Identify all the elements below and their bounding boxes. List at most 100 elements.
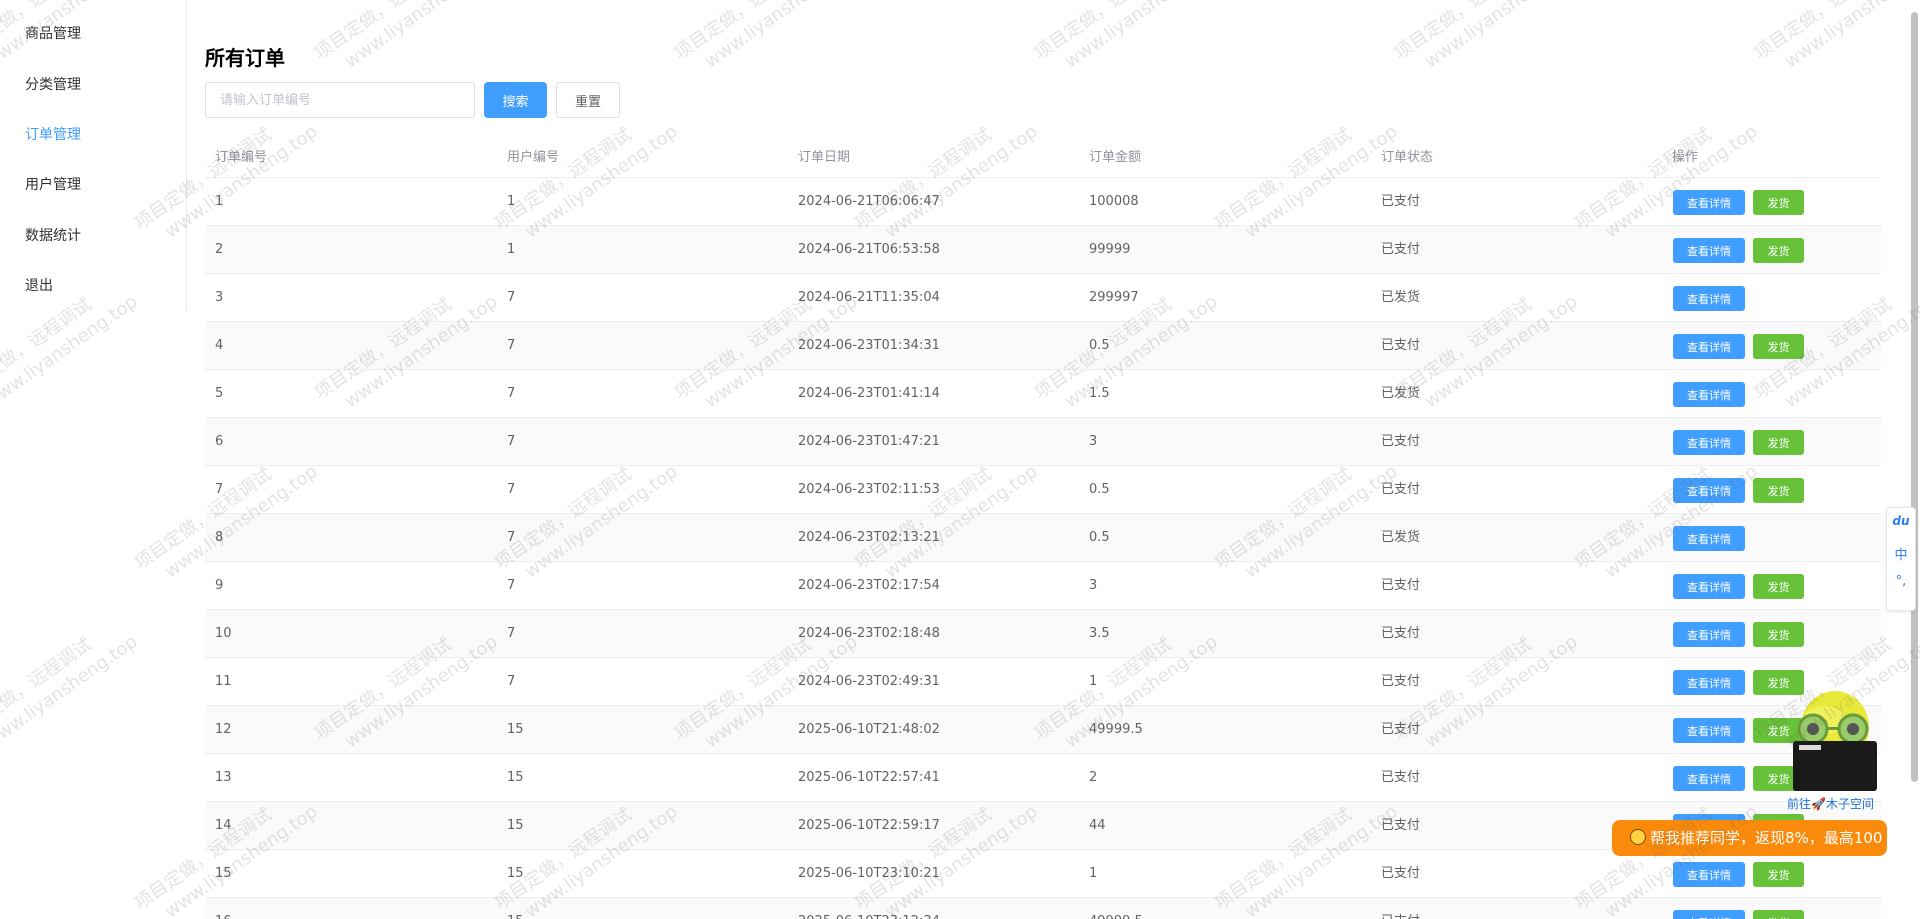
cell-order-id: 8 (215, 530, 224, 545)
cell-status: 已支付 (1381, 866, 1421, 881)
sidebar-item-categories[interactable]: 分类管理 (25, 74, 81, 94)
view-details-button[interactable]: 查看详情 (1673, 622, 1745, 647)
table-row: 2 1 2024-06-21T06:53:58 99999 已支付 查看详情 发货 (205, 226, 1881, 274)
ship-button[interactable]: 发货 (1753, 574, 1804, 599)
cell-order-date: 2024-06-21T06:53:58 (798, 242, 940, 257)
promo-banner[interactable]: 帮我推荐同学，返现8%，最高100 (1612, 820, 1887, 856)
table-row: 3 7 2024-06-21T11:35:04 299997 已发货 查看详情 (205, 274, 1881, 322)
ship-button[interactable]: 发货 (1753, 430, 1804, 455)
ship-button[interactable]: 发货 (1753, 910, 1804, 919)
cell-user-id: 7 (507, 386, 516, 401)
cell-amount: 49999.5 (1079, 898, 1143, 919)
ship-button[interactable]: 发货 (1753, 190, 1804, 215)
search-button[interactable]: 搜索 (484, 82, 547, 118)
cell-status: 已发货 (1381, 530, 1421, 545)
view-details-button[interactable]: 查看详情 (1673, 430, 1745, 455)
scrollbar[interactable] (1911, 12, 1918, 782)
cell-status: 已支付 (1381, 722, 1421, 737)
sidebar-item-products[interactable]: 商品管理 (25, 23, 81, 43)
cell-status: 已支付 (1381, 434, 1421, 449)
cell-status: 已支付 (1381, 482, 1421, 497)
cell-user-id: 7 (507, 578, 516, 593)
cell-order-date: 2024-06-23T02:49:31 (798, 674, 940, 689)
cell-user-id: 15 (507, 770, 524, 785)
cell-order-date: 2024-06-23T01:47:21 (798, 434, 940, 449)
table-row: 8 7 2024-06-23T02:13:21 0.5 已发货 查看详情 (205, 514, 1881, 562)
watermark-line-1: 项目定做，远程调试 (0, 634, 96, 744)
cell-amount: 100008 (1089, 194, 1139, 209)
view-details-button[interactable]: 查看详情 (1673, 862, 1745, 887)
sidebar: 商品管理 分类管理 订单管理 用户管理 数据统计 退出 (0, 0, 187, 311)
table-row: 1 1 2024-06-21T06:06:47 100008 已支付 查看详情 发货 (205, 178, 1881, 226)
ship-button[interactable]: 发货 (1753, 334, 1804, 359)
column-header-order-id: 订单编号 (215, 150, 268, 165)
cell-order-date: 2024-06-23T02:18:48 (798, 626, 940, 641)
view-details-button[interactable]: 查看详情 (1673, 670, 1745, 695)
main-content: 所有订单 搜索 重置 订单编号 用户编号 订单日期 订单金额 订单状态 操作 1… (205, 0, 1920, 919)
ship-button[interactable]: 发货 (1753, 478, 1804, 503)
cell-user-id: 7 (507, 338, 516, 353)
table-row: 4 7 2024-06-23T01:34:31 0.5 已支付 查看详情 发货 (205, 322, 1881, 370)
cell-amount: 3 (1089, 434, 1098, 449)
view-details-button[interactable]: 查看详情 (1673, 910, 1745, 919)
cell-status: 已支付 (1381, 770, 1421, 785)
view-details-button[interactable]: 查看详情 (1673, 190, 1745, 215)
sidebar-item-logout[interactable]: 退出 (25, 275, 53, 295)
ship-button[interactable]: 发货 (1753, 622, 1804, 647)
cell-order-date: 2024-06-23T02:11:53 (798, 482, 940, 497)
reset-button[interactable]: 重置 (556, 82, 620, 118)
view-details-button[interactable]: 查看详情 (1673, 238, 1745, 263)
sidebar-item-statistics[interactable]: 数据统计 (25, 225, 81, 245)
punctuation-icon[interactable]: °, (1887, 574, 1915, 589)
cell-order-id: 7 (215, 482, 224, 497)
cell-amount: 0.5 (1089, 482, 1110, 497)
view-details-button[interactable]: 查看详情 (1673, 766, 1745, 791)
sidebar-item-orders[interactable]: 订单管理 (25, 124, 81, 144)
view-details-button[interactable]: 查看详情 (1673, 286, 1745, 311)
ship-button[interactable]: 发货 (1753, 862, 1804, 887)
ship-button[interactable]: 发货 (1753, 238, 1804, 263)
mascot-avatar[interactable] (1783, 685, 1883, 795)
view-details-button[interactable]: 查看详情 (1673, 382, 1745, 407)
cell-user-id: 7 (507, 434, 516, 449)
cell-user-id: 7 (507, 482, 516, 497)
cell-order-id: 1 (215, 194, 224, 209)
cell-order-date: 2025-06-10T21:48:02 (798, 722, 940, 737)
table-row: 7 7 2024-06-23T02:11:53 0.5 已支付 查看详情 发货 (205, 466, 1881, 514)
cell-order-id: 5 (215, 386, 224, 401)
cell-order-date: 2024-06-23T02:17:54 (798, 578, 940, 593)
mascot-link[interactable]: 前往🚀木子空间 (1787, 795, 1874, 812)
cell-user-id: 7 (507, 626, 516, 641)
view-details-button[interactable]: 查看详情 (1673, 478, 1745, 503)
side-toolbar[interactable]: du 中 °, (1886, 507, 1916, 611)
view-details-button[interactable]: 查看详情 (1673, 718, 1745, 743)
cell-amount: 3 (1089, 578, 1098, 593)
column-header-status: 订单状态 (1381, 150, 1434, 165)
cell-order-id: 6 (215, 434, 224, 449)
cell-user-id: 7 (507, 530, 516, 545)
cell-status: 已支付 (1381, 194, 1421, 209)
order-search-input[interactable] (205, 82, 475, 118)
cell-amount: 2 (1089, 770, 1098, 785)
table-row: 9 7 2024-06-23T02:17:54 3 已支付 查看详情 发货 (205, 562, 1881, 610)
table-body: 1 1 2024-06-21T06:06:47 100008 已支付 查看详情 发货 2 1 20… (205, 178, 1881, 919)
sidebar-item-users[interactable]: 用户管理 (25, 174, 81, 194)
cell-amount: 44 (1089, 818, 1106, 833)
cell-status: 已支付 (1381, 578, 1421, 593)
cell-order-id: 12 (215, 722, 232, 737)
smiley-icon (1630, 829, 1646, 845)
view-details-button[interactable]: 查看详情 (1673, 526, 1745, 551)
cell-amount: 3.5 (1089, 626, 1110, 641)
language-toggle[interactable]: 中 (1887, 544, 1915, 563)
view-details-button[interactable]: 查看详情 (1673, 334, 1745, 359)
cell-order-id: 16 (205, 898, 232, 919)
table-row: 10 7 2024-06-23T02:18:48 3.5 已支付 查看详情 发货 (205, 610, 1881, 658)
cell-status: 已支付 (1371, 898, 1420, 919)
view-details-button[interactable]: 查看详情 (1673, 574, 1745, 599)
table-row: 13 15 2025-06-10T22:57:41 2 已支付 查看详情 发货 (205, 754, 1881, 802)
orders-table: 订单编号 用户编号 订单日期 订单金额 订单状态 操作 1 1 2024-06-21… (205, 137, 1881, 919)
cell-status: 已支付 (1381, 242, 1421, 257)
cell-order-id: 15 (215, 866, 232, 881)
du-icon[interactable]: du (1887, 514, 1915, 528)
cell-order-id: 9 (215, 578, 224, 593)
